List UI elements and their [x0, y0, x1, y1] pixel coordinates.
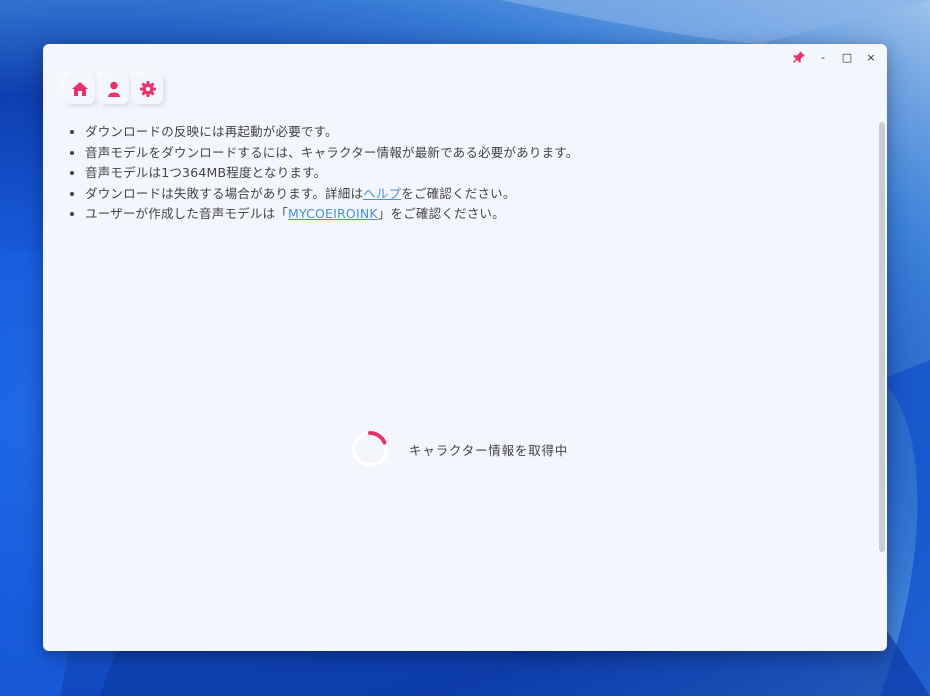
list-item: ユーザーが作成した音声モデルは「MYCOEIROINK」をご確認ください。: [85, 204, 578, 225]
home-icon: [72, 82, 88, 96]
loading-text: キャラクター情報を取得中: [409, 442, 569, 458]
pin-icon: [793, 51, 805, 63]
user-icon: [108, 81, 120, 97]
note-text: 音声モデルは1つ364MB程度となります。: [85, 165, 327, 180]
help-link[interactable]: ヘルプ: [363, 186, 401, 201]
note-text: をご確認ください。: [401, 185, 516, 201]
note-text: 音声モデルをダウンロードするには、キャラクター情報が最新である必要があります。: [85, 144, 579, 160]
note-text: ユーザーが作成した音声モデルは「: [85, 206, 288, 221]
user-button[interactable]: [99, 74, 129, 104]
home-button[interactable]: [65, 74, 95, 104]
list-item: ダウンロードは失敗する場合があります。詳細はヘルプをご確認ください。: [85, 184, 578, 205]
list-item: ダウンロードの反映には再起動が必要です。: [85, 122, 578, 143]
close-button[interactable]: ×: [861, 46, 881, 68]
notes-list: ダウンロードの反映には再起動が必要です。 音声モデルをダウンロードするには、キャ…: [65, 122, 578, 225]
note-text: ダウンロードは失敗する場合があります。詳細は: [85, 185, 364, 201]
nav-bar: [65, 74, 163, 104]
list-item: 音声モデルをダウンロードするには、キャラクター情報が最新である必要があります。: [85, 143, 578, 164]
gear-icon: [140, 81, 156, 97]
spinner-icon: [352, 431, 388, 467]
scrollbar[interactable]: [879, 122, 885, 552]
mycoeiroink-link[interactable]: MYCOEIROINK: [288, 206, 378, 221]
maximize-button[interactable]: □: [837, 46, 857, 68]
app-window: - □ × • ダウンロードの反映には再起動が必要です。 • 音声モデルをダウン…: [43, 44, 887, 651]
title-bar: - □ ×: [789, 44, 887, 70]
settings-button[interactable]: [133, 74, 163, 104]
pin-button[interactable]: [789, 46, 809, 68]
minimize-button[interactable]: -: [813, 46, 833, 68]
loading-indicator: キャラクター情報を取得中: [350, 429, 568, 469]
list-item: 音声モデルは1つ364MB程度となります。: [85, 163, 578, 184]
note-text: 」をご確認ください。: [377, 206, 505, 221]
note-text: ダウンロードの反映には再起動が必要です。: [85, 124, 338, 139]
